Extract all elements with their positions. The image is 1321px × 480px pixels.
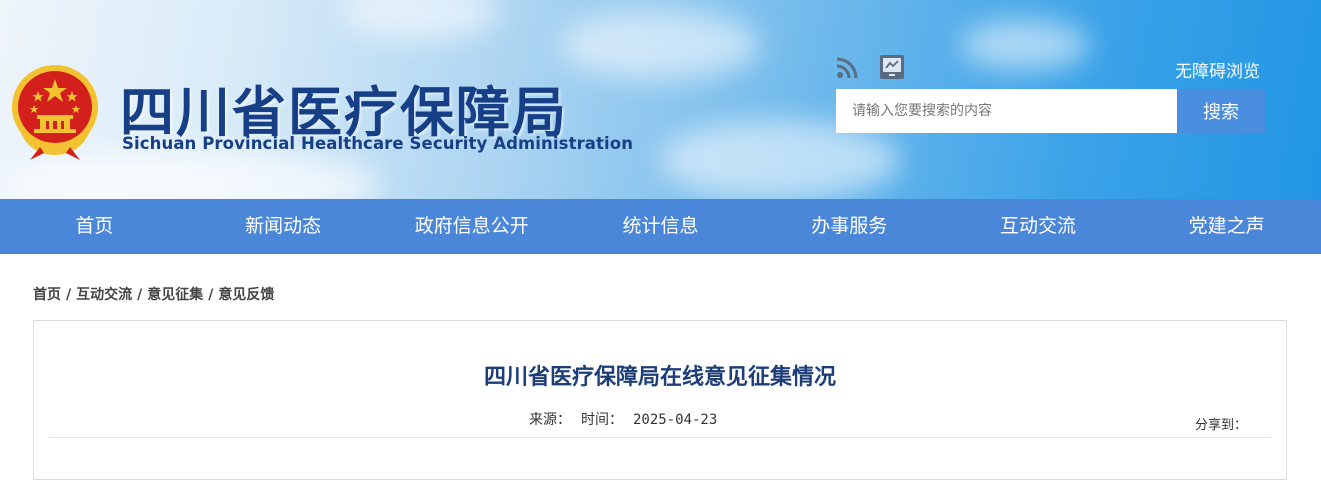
breadcrumb-separator: / [208,287,214,303]
nav-item-gov-info[interactable]: 政府信息公开 [377,199,566,254]
divider [49,437,1271,438]
emblem-icon[interactable] [10,63,100,160]
article-title: 四川省医疗保障局在线意见征集情况 [483,364,836,390]
accessibility-link[interactable]: 无障碍浏览 [1175,57,1260,82]
main-nav: 首页 新闻动态 政府信息公开 统计信息 办事服务 互动交流 党建之声 [0,199,1321,254]
breadcrumb: 首页 / 互动交流 / 意见征集 / 意见反馈 [33,284,274,304]
nav-item-services[interactable]: 办事服务 [755,199,944,254]
nav-item-news[interactable]: 新闻动态 [189,199,378,254]
publish-date: 2025-04-23 [633,412,718,428]
site-subtitle: Sichuan Provincial Healthcare Security A… [122,134,634,153]
article-container: 四川省医疗保障局在线意见征集情况 来源： 时间： 2025-04-23 分享到： [33,320,1287,480]
breadcrumb-separator: / [66,287,72,303]
source-label: 来源： [529,412,571,428]
rss-icon[interactable] [835,54,861,80]
breadcrumb-feedback[interactable]: 意见反馈 [218,287,274,303]
nav-item-home[interactable]: 首页 [0,199,189,254]
nav-item-party[interactable]: 党建之声 [1132,199,1321,254]
breadcrumb-solicitation[interactable]: 意见征集 [147,287,203,303]
article-meta: 来源： 时间： 2025-04-23 [529,409,727,429]
breadcrumb-home[interactable]: 首页 [33,287,61,303]
breadcrumb-separator: / [137,287,143,303]
search-button[interactable]: 搜索 [1177,89,1265,133]
site-header: 四川省医疗保障局 Sichuan Provincial Healthcare S… [0,0,1321,199]
cloud-decoration [560,10,760,80]
nav-item-statistics[interactable]: 统计信息 [566,199,755,254]
nav-item-interaction[interactable]: 互动交流 [944,199,1133,254]
share-label: 分享到： [1195,418,1248,433]
breadcrumb-interaction[interactable]: 互动交流 [76,287,132,303]
cloud-decoration [960,20,1090,70]
cloud-decoration [340,0,500,40]
search-input[interactable] [836,89,1177,133]
weixin-icon[interactable] [879,54,905,80]
time-label: 时间： [581,412,623,428]
